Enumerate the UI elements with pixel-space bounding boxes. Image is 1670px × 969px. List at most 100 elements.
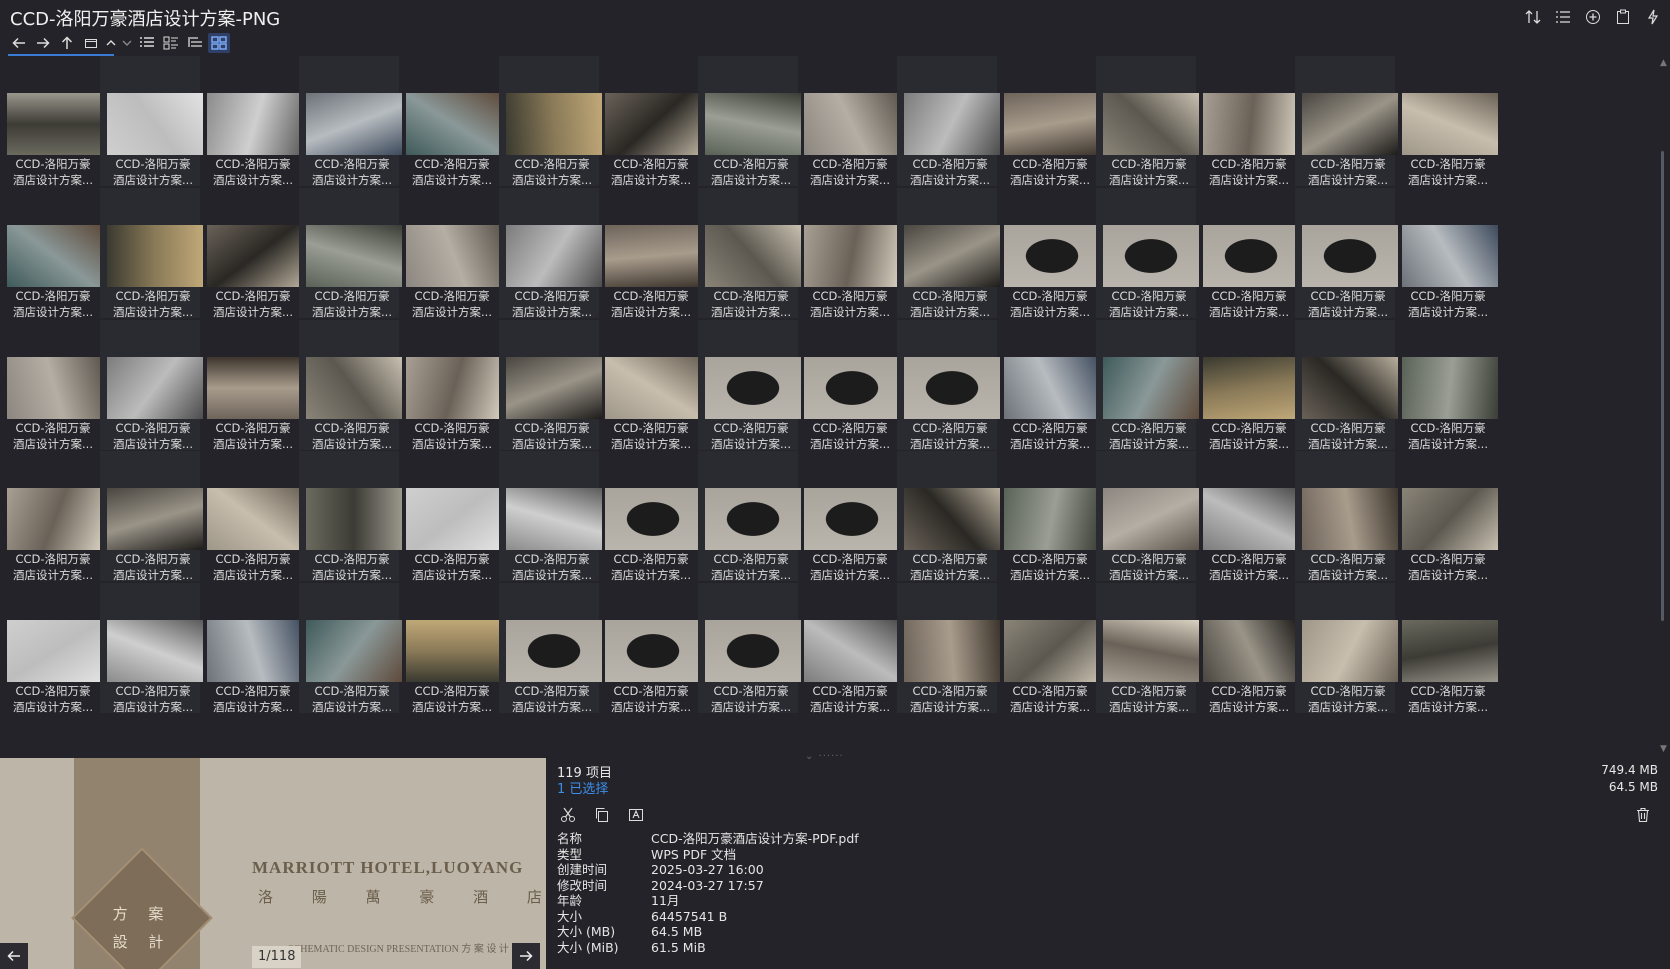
copy-icon[interactable] xyxy=(591,804,613,826)
delete-icon[interactable] xyxy=(1632,804,1654,826)
thumbnail-item[interactable]: CCD-洛阳万豪 酒店设计方案... xyxy=(399,320,502,451)
thumbnail-item[interactable]: CCD-洛阳万豪 酒店设计方案... xyxy=(698,583,801,714)
thumbnail-item[interactable]: CCD-洛阳万豪 酒店设计方案... xyxy=(499,583,602,714)
thumbnail-item[interactable]: CCD-洛阳万豪 酒店设计方案... xyxy=(0,320,103,451)
thumbnail-item[interactable]: CCD-洛阳万豪 酒店设计方案... xyxy=(1196,320,1299,451)
thumbnail-item[interactable]: CCD-洛阳万豪 酒店设计方案... xyxy=(1096,451,1199,582)
vertical-scrollbar[interactable]: ▲ ▼ xyxy=(1658,56,1670,756)
thumbnail-item[interactable]: CCD-洛阳万豪 酒店设计方案... xyxy=(897,188,1000,319)
thumbnail-item[interactable]: CCD-洛阳万豪 酒店设计方案... xyxy=(598,56,701,187)
thumbnail-item[interactable]: CCD-洛阳万豪 酒店设计方案... xyxy=(698,320,801,451)
thumbnail-item[interactable]: CCD-洛阳万豪 酒店设计方案... xyxy=(797,451,900,582)
thumbnail-item[interactable]: CCD-洛阳万豪 酒店设计方案... xyxy=(499,56,602,187)
thumbnail-view-icon[interactable] xyxy=(208,33,230,53)
thumbnail-item[interactable]: CCD-洛阳万豪 酒店设计方案... xyxy=(1096,56,1199,187)
scroll-up-icon[interactable]: ▲ xyxy=(1660,58,1667,68)
thumbnail-item[interactable]: CCD-洛阳万豪 酒店设计方案... xyxy=(0,451,103,582)
thumbnail-item[interactable]: CCD-洛阳万豪 酒店设计方案... xyxy=(499,320,602,451)
thumbnail-item[interactable]: CCD-洛阳万豪 酒店设计方案... xyxy=(399,451,502,582)
thumbnail-item[interactable]: CCD-洛阳万豪 酒店设计方案... xyxy=(1196,583,1299,714)
thumbnail-item[interactable]: CCD-洛阳万豪 酒店设计方案... xyxy=(299,451,402,582)
thumbnail-item[interactable]: CCD-洛阳万豪 酒店设计方案... xyxy=(1395,451,1498,582)
thumbnail-item[interactable]: CCD-洛阳万豪 酒店设计方案... xyxy=(797,188,900,319)
tiles-view-icon[interactable] xyxy=(160,33,182,53)
thumbnail-item[interactable]: CCD-洛阳万豪 酒店设计方案... xyxy=(1295,188,1398,319)
preview-prev-button[interactable] xyxy=(0,943,28,969)
thumbnail-item[interactable]: CCD-洛阳万豪 酒店设计方案... xyxy=(499,451,602,582)
thumbnail-item[interactable]: CCD-洛阳万豪 酒店设计方案... xyxy=(1395,56,1498,187)
thumbnail-item[interactable]: CCD-洛阳万豪 酒店设计方案... xyxy=(997,56,1100,187)
thumbnail-item[interactable]: CCD-洛阳万豪 酒店设计方案... xyxy=(797,56,900,187)
details-view-icon[interactable] xyxy=(136,33,158,53)
clipboard-icon[interactable] xyxy=(1612,6,1634,28)
folder-history-icon[interactable] xyxy=(80,33,102,53)
thumbnail-item[interactable]: CCD-洛阳万豪 酒店设计方案... xyxy=(797,583,900,714)
thumbnail-item[interactable]: CCD-洛阳万豪 酒店设计方案... xyxy=(698,451,801,582)
thumbnail-item[interactable]: CCD-洛阳万豪 酒店设计方案... xyxy=(897,320,1000,451)
thumbnail-item[interactable]: CCD-洛阳万豪 酒店设计方案... xyxy=(997,188,1100,319)
lightning-icon[interactable] xyxy=(1642,6,1664,28)
thumbnail-item[interactable]: CCD-洛阳万豪 酒店设计方案... xyxy=(1096,583,1199,714)
thumbnail-item[interactable]: CCD-洛阳万豪 酒店设计方案... xyxy=(1395,320,1498,451)
thumbnail-item[interactable]: CCD-洛阳万豪 酒店设计方案... xyxy=(299,320,402,451)
thumbnail-item[interactable]: CCD-洛阳万豪 酒店设计方案... xyxy=(1295,320,1398,451)
thumbnail-item[interactable]: CCD-洛阳万豪 酒店设计方案... xyxy=(100,188,203,319)
thumbnail-item[interactable]: CCD-洛阳万豪 酒店设计方案... xyxy=(598,583,701,714)
thumbnail-item[interactable]: CCD-洛阳万豪 酒店设计方案... xyxy=(1196,188,1299,319)
thumbnail-item[interactable]: CCD-洛阳万豪 酒店设计方案... xyxy=(897,583,1000,714)
thumbnail-item[interactable]: CCD-洛阳万豪 酒店设计方案... xyxy=(797,320,900,451)
thumbnail-item[interactable]: CCD-洛阳万豪 酒店设计方案... xyxy=(1196,56,1299,187)
thumbnail-item[interactable]: CCD-洛阳万豪 酒店设计方案... xyxy=(997,320,1100,451)
chevron-up-icon[interactable] xyxy=(104,33,118,53)
thumbnail-item[interactable]: CCD-洛阳万豪 酒店设计方案... xyxy=(598,320,701,451)
thumbnail-item[interactable]: CCD-洛阳万豪 酒店设计方案... xyxy=(0,583,103,714)
rename-icon[interactable] xyxy=(625,804,647,826)
thumbnail-item[interactable]: CCD-洛阳万豪 酒店设计方案... xyxy=(897,451,1000,582)
thumbnail-item[interactable]: CCD-洛阳万豪 酒店设计方案... xyxy=(100,320,203,451)
thumbnail-item[interactable]: CCD-洛阳万豪 酒店设计方案... xyxy=(1196,451,1299,582)
thumbnail-item[interactable]: CCD-洛阳万豪 酒店设计方案... xyxy=(1295,583,1398,714)
scrollbar-thumb[interactable] xyxy=(1661,151,1664,621)
forward-icon[interactable] xyxy=(32,33,54,53)
thumbnail-item[interactable]: CCD-洛阳万豪 酒店设计方案... xyxy=(1395,583,1498,714)
thumbnail-item[interactable]: CCD-洛阳万豪 酒店设计方案... xyxy=(997,583,1100,714)
thumbnail-item[interactable]: CCD-洛阳万豪 酒店设计方案... xyxy=(200,451,303,582)
thumbnail-item[interactable]: CCD-洛阳万豪 酒店设计方案... xyxy=(997,451,1100,582)
thumbnail-item[interactable]: CCD-洛阳万豪 酒店设计方案... xyxy=(698,56,801,187)
scroll-down-icon[interactable]: ▼ xyxy=(1660,744,1667,754)
tree-view-icon[interactable] xyxy=(184,33,206,53)
chevron-down-icon[interactable] xyxy=(120,33,134,53)
thumbnail-item[interactable]: CCD-洛阳万豪 酒店设计方案... xyxy=(299,583,402,714)
thumbnail-item[interactable]: CCD-洛阳万豪 酒店设计方案... xyxy=(598,451,701,582)
thumbnail-item[interactable]: CCD-洛阳万豪 酒店设计方案... xyxy=(1295,56,1398,187)
thumbnail-item[interactable]: CCD-洛阳万豪 酒店设计方案... xyxy=(1096,188,1199,319)
thumbnail-item[interactable]: CCD-洛阳万豪 酒店设计方案... xyxy=(399,583,502,714)
thumbnail-item[interactable]: CCD-洛阳万豪 酒店设计方案... xyxy=(200,583,303,714)
thumbnail-item[interactable]: CCD-洛阳万豪 酒店设计方案... xyxy=(1395,188,1498,319)
thumbnail-item[interactable]: CCD-洛阳万豪 酒店设计方案... xyxy=(100,56,203,187)
selected-count[interactable]: 1 已选择 xyxy=(557,778,608,797)
thumbnail-item[interactable]: CCD-洛阳万豪 酒店设计方案... xyxy=(1295,451,1398,582)
thumbnail-item[interactable]: CCD-洛阳万豪 酒店设计方案... xyxy=(897,56,1000,187)
preview-next-button[interactable] xyxy=(512,943,540,969)
thumbnail-item[interactable]: CCD-洛阳万豪 酒店设计方案... xyxy=(200,188,303,319)
list-options-icon[interactable] xyxy=(1552,6,1574,28)
thumbnail-item[interactable]: CCD-洛阳万豪 酒店设计方案... xyxy=(499,188,602,319)
thumbnail-item[interactable]: CCD-洛阳万豪 酒店设计方案... xyxy=(100,451,203,582)
thumbnail-item[interactable]: CCD-洛阳万豪 酒店设计方案... xyxy=(1096,320,1199,451)
cut-icon[interactable] xyxy=(557,804,579,826)
thumbnail-item[interactable]: CCD-洛阳万豪 酒店设计方案... xyxy=(100,583,203,714)
thumbnail-item[interactable]: CCD-洛阳万豪 酒店设计方案... xyxy=(299,188,402,319)
thumbnail-item[interactable]: CCD-洛阳万豪 酒店设计方案... xyxy=(0,188,103,319)
thumbnail-item[interactable]: CCD-洛阳万豪 酒店设计方案... xyxy=(299,56,402,187)
thumbnail-item[interactable]: CCD-洛阳万豪 酒店设计方案... xyxy=(200,56,303,187)
thumbnail-item[interactable]: CCD-洛阳万豪 酒店设计方案... xyxy=(598,188,701,319)
thumbnail-item[interactable]: CCD-洛阳万豪 酒店设计方案... xyxy=(399,56,502,187)
thumbnail-item[interactable]: CCD-洛阳万豪 酒店设计方案... xyxy=(0,56,103,187)
thumbnail-item[interactable]: CCD-洛阳万豪 酒店设计方案... xyxy=(399,188,502,319)
thumbnail-item[interactable]: CCD-洛阳万豪 酒店设计方案... xyxy=(200,320,303,451)
up-icon[interactable] xyxy=(56,33,78,53)
back-icon[interactable] xyxy=(8,33,30,53)
sort-icon[interactable] xyxy=(1522,6,1544,28)
new-item-icon[interactable] xyxy=(1582,6,1604,28)
